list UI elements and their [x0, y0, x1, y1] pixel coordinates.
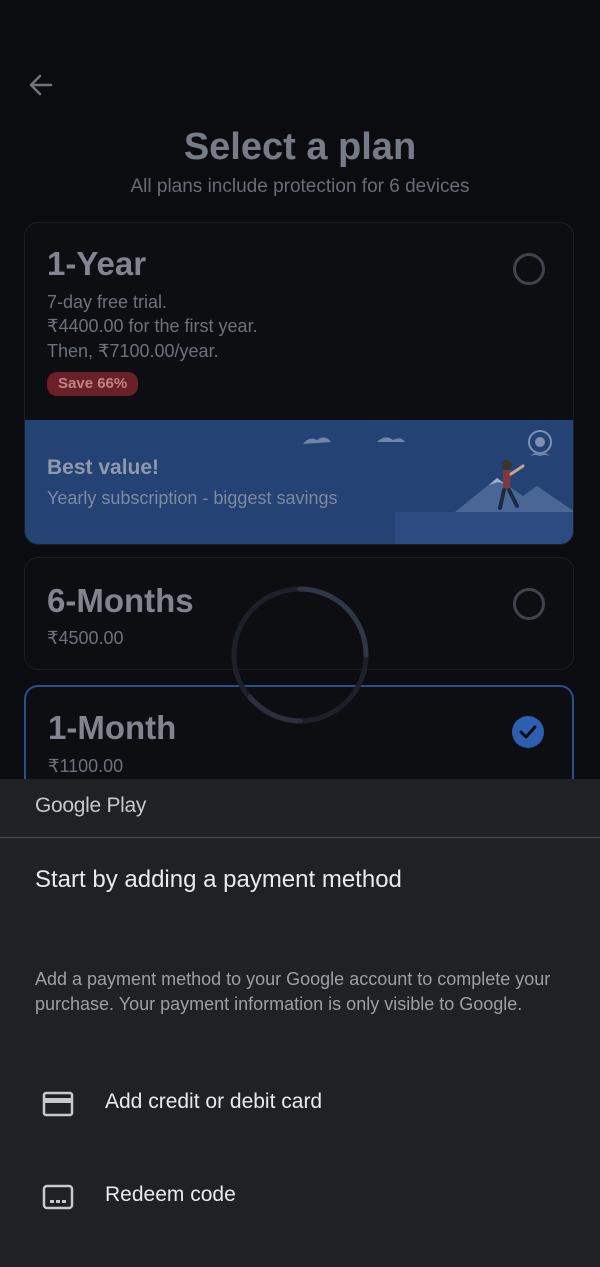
plan-radio-1-year[interactable]	[513, 253, 545, 285]
google-play-logo: Google Play	[35, 794, 147, 817]
plan-price: ₹4500.00	[47, 628, 124, 648]
banner-subtitle: Yearly subscription - biggest savings	[47, 488, 338, 508]
page-subtitle: All plans include protection for 6 devic…	[130, 176, 470, 197]
plan-radio-6-months[interactable]	[513, 588, 545, 620]
sheet-description: Add a payment method to your Google acco…	[35, 969, 551, 1014]
plan-price: ₹1100.00	[48, 756, 124, 776]
plan-name: 1-Year	[47, 245, 147, 282]
plan-renewal-price: Then, ₹7100.00/year.	[47, 341, 219, 361]
redeem-code-icon	[42, 1184, 74, 1210]
plan-card-1-year[interactable]: 1-Year 7-day free trial. ₹4400.00 for th…	[24, 222, 574, 545]
page-title: Select a plan	[183, 126, 417, 168]
plan-selection-screen: Select a plan All plans include protecti…	[0, 0, 600, 1267]
google-play-payment-sheet: Google Play Start by adding a payment me…	[0, 779, 600, 1267]
google-play-header: Google Play	[0, 779, 600, 838]
credit-card-icon	[42, 1091, 74, 1117]
redeem-code-option[interactable]: Redeem code	[0, 1165, 600, 1229]
redeem-code-label: Redeem code	[105, 1183, 236, 1206]
banner-title: Best value!	[47, 456, 160, 479]
plan-name: 1-Month	[48, 709, 177, 746]
add-card-option[interactable]: Add credit or debit card	[0, 1072, 600, 1136]
save-badge: Save 66%	[47, 372, 139, 396]
back-arrow-icon[interactable]	[26, 70, 56, 100]
best-value-banner: Best value! Yearly subscription - bigges…	[25, 420, 573, 544]
sheet-title: Start by adding a payment method	[35, 866, 402, 893]
loading-spinner-icon	[231, 586, 369, 724]
mountain-illustration	[303, 430, 573, 544]
plan-first-year-price: ₹4400.00 for the first year.	[47, 316, 258, 336]
plan-name: 6-Months	[47, 582, 194, 619]
plan-trial-text: 7-day free trial.	[47, 292, 168, 312]
checkmark-icon	[519, 725, 537, 739]
add-card-label: Add credit or debit card	[105, 1090, 323, 1113]
plan-radio-1-month[interactable]	[512, 716, 544, 748]
